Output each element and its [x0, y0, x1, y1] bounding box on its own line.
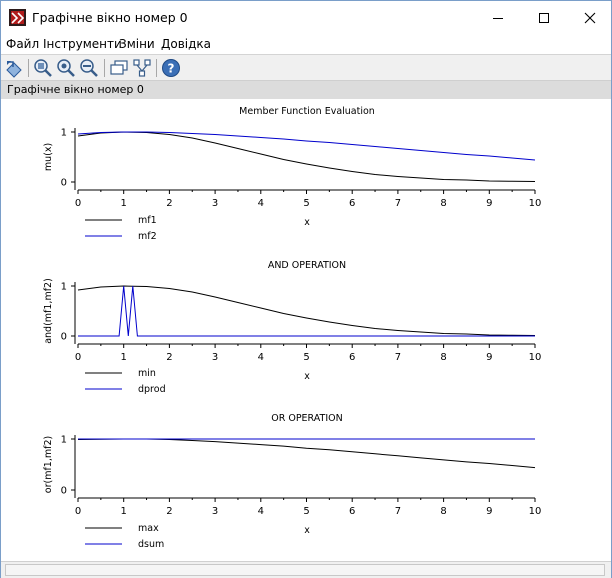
status-field	[5, 564, 605, 576]
edit-axes-icon[interactable]	[132, 58, 152, 78]
y-tick-label: 1	[61, 282, 67, 293]
x-tick-label: 8	[440, 506, 446, 517]
info-bar-text: Графічне вікно номер 0	[7, 83, 144, 96]
x-tick-label: 4	[258, 352, 264, 363]
x-tick-label: 9	[486, 352, 492, 363]
zoom-fit-icon[interactable]	[56, 58, 76, 78]
legend-label-dprod: dprod	[138, 384, 166, 395]
help-icon[interactable]: ?	[161, 58, 181, 78]
legend-label-max: max	[138, 523, 159, 534]
svg-text:?: ?	[168, 62, 175, 76]
series-line-dprod	[78, 285, 535, 337]
x-tick-label: 7	[395, 198, 401, 209]
datatip-icon[interactable]	[109, 58, 129, 78]
chart-title: OR OPERATION	[271, 413, 342, 424]
x-tick-label: 4	[258, 506, 264, 517]
info-bar: Графічне вікно номер 0	[1, 81, 611, 99]
plots-svg: Member Function Evaluation0 1 2 3 4 5 6 7 8 9 1001…	[43, 106, 542, 550]
x-tick-label: 2	[166, 506, 172, 517]
x-tick-label: 6	[349, 506, 355, 517]
minimize-button[interactable]	[475, 1, 521, 35]
x-tick-label: 3	[212, 506, 218, 517]
x-tick-label: 5	[303, 352, 309, 363]
graphic-window: Графічне вікно номер 0 Файл Інструменти …	[0, 0, 612, 578]
series-line-min	[77, 285, 536, 336]
plot-canvas[interactable]: Member Function Evaluation 0 1 2 3 4 5 6 7 8 9 10 0 1…	[1, 99, 611, 561]
y-tick-label: 0	[61, 332, 67, 343]
x-axis-label: x	[304, 217, 310, 228]
toolbar-separator	[156, 59, 157, 77]
series-line-max	[77, 438, 536, 469]
series-line-mf2	[77, 131, 536, 161]
rotate-icon[interactable]	[4, 58, 24, 78]
chart-title: Member Function Evaluation	[239, 106, 375, 117]
close-button[interactable]	[567, 1, 612, 35]
x-axis-label: x	[304, 525, 310, 536]
series-line-mf1	[77, 131, 536, 182]
x-tick-label: 1	[121, 352, 127, 363]
scilab-app-icon	[9, 9, 26, 26]
minimize-icon	[493, 18, 503, 19]
y-tick-label: 1	[61, 435, 67, 446]
y-axis-label: and(mf1,mf2)	[43, 278, 54, 344]
toolbar: ?	[1, 54, 611, 81]
x-tick-label: 8	[440, 198, 446, 209]
x-tick-label: 10	[529, 506, 542, 517]
title-bar: Графічне вікно номер 0	[1, 1, 611, 35]
x-tick-label: 2	[166, 198, 172, 209]
x-tick-label: 3	[212, 352, 218, 363]
menu-edit[interactable]: Зміни	[119, 37, 155, 51]
x-tick-label: 0	[75, 506, 81, 517]
menu-tools[interactable]: Інструменти	[43, 37, 122, 51]
x-tick-label: 4	[258, 198, 264, 209]
x-tick-label: 7	[395, 352, 401, 363]
x-tick-label: 8	[440, 352, 446, 363]
toolbar-separator	[28, 59, 29, 77]
menu-help[interactable]: Довідка	[161, 37, 211, 51]
legend-label-mf1: mf1	[138, 215, 157, 226]
y-tick-label: 1	[61, 128, 67, 139]
y-tick-label: 0	[61, 178, 67, 189]
maximize-button[interactable]	[521, 1, 567, 35]
legend-label-dsum: dsum	[138, 539, 164, 550]
y-tick-label: 0	[61, 486, 67, 497]
legend-label-min: min	[138, 368, 156, 379]
x-tick-label: 9	[486, 198, 492, 209]
window-title: Графічне вікно номер 0	[32, 10, 188, 25]
zoom-in-icon[interactable]	[33, 58, 53, 78]
x-tick-label: 1	[121, 506, 127, 517]
menu-bar: Файл Інструменти Зміни Довідка	[1, 35, 611, 54]
x-tick-label: 0	[75, 352, 81, 363]
status-bar	[1, 561, 611, 578]
maximize-icon	[539, 13, 549, 23]
x-tick-label: 5	[303, 198, 309, 209]
x-tick-label: 9	[486, 506, 492, 517]
menu-file[interactable]: Файл	[6, 37, 39, 51]
zoom-out-icon[interactable]	[79, 58, 99, 78]
x-tick-label: 10	[529, 352, 542, 363]
x-tick-label: 1	[121, 198, 127, 209]
legend-label-mf2: mf2	[138, 231, 157, 242]
x-tick-label: 6	[349, 198, 355, 209]
toolbar-separator	[104, 59, 105, 77]
x-axis-label: x	[304, 371, 310, 382]
x-tick-label: 5	[303, 506, 309, 517]
x-tick-label: 2	[166, 352, 172, 363]
x-tick-label: 3	[212, 198, 218, 209]
x-tick-label: 10	[529, 198, 542, 209]
x-tick-label: 6	[349, 352, 355, 363]
chart-title: AND OPERATION	[268, 260, 346, 271]
y-axis-label: mu(x)	[43, 143, 54, 171]
y-axis-label: or(mf1,mf2)	[43, 436, 54, 493]
x-tick-label: 0	[75, 198, 81, 209]
close-icon	[584, 12, 596, 24]
x-tick-label: 7	[395, 506, 401, 517]
